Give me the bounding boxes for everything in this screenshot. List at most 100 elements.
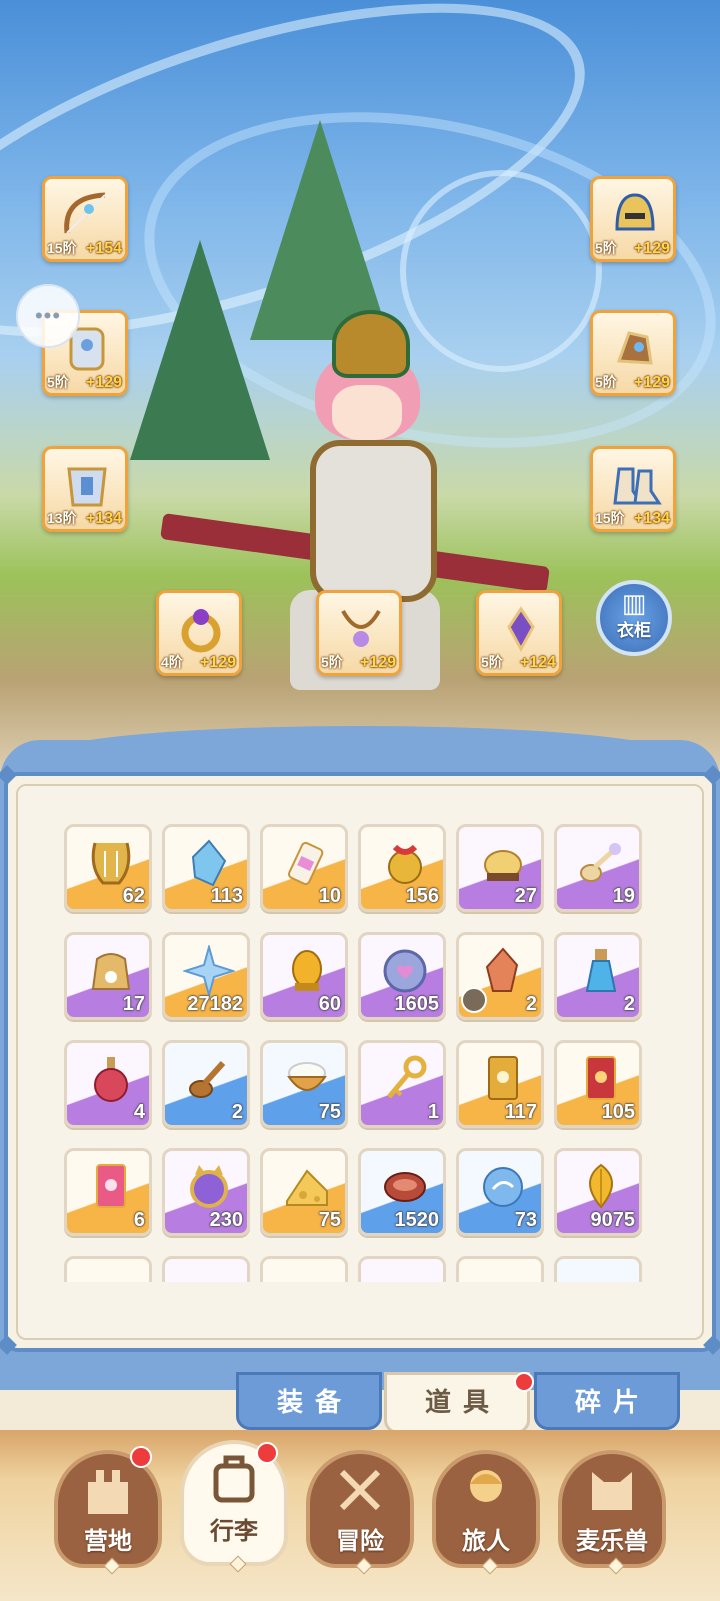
item-quantity: 4 bbox=[133, 1101, 145, 1123]
item-cell[interactable] bbox=[358, 1256, 446, 1282]
item-cell[interactable]: 156 bbox=[358, 824, 446, 912]
equip-stage: 5阶 bbox=[47, 374, 69, 390]
nav-notification-dot bbox=[256, 1442, 278, 1464]
item-cell[interactable]: 113 bbox=[162, 824, 250, 912]
item-cell[interactable]: 60 bbox=[260, 932, 348, 1020]
item-cell[interactable] bbox=[64, 1256, 152, 1282]
item-cell[interactable]: 1605 bbox=[358, 932, 446, 1020]
nav-notification-dot bbox=[130, 1446, 152, 1468]
nav-mellow-beast[interactable]: 麦乐兽 bbox=[558, 1450, 666, 1575]
item-quantity: 62 bbox=[122, 885, 145, 907]
item-quantity: 73 bbox=[514, 1209, 537, 1231]
crossed-swords-icon bbox=[339, 1469, 381, 1511]
item-cell[interactable] bbox=[260, 1256, 348, 1282]
water-orb-icon bbox=[483, 1167, 523, 1207]
item-cell[interactable]: 75 bbox=[260, 1148, 348, 1236]
cookie-icon bbox=[484, 850, 522, 881]
card-pink-icon bbox=[96, 1164, 126, 1208]
item-quantity: 105 bbox=[601, 1101, 635, 1123]
item-cell[interactable]: 27182 bbox=[162, 932, 250, 1020]
equip-slot-gloves[interactable]: 5阶 +129 bbox=[590, 310, 676, 396]
item-quantity: 1520 bbox=[394, 1209, 440, 1231]
character-face bbox=[332, 385, 402, 440]
backpack-icon bbox=[213, 1455, 255, 1503]
equip-slot-chest[interactable]: 13阶 +134 bbox=[42, 446, 128, 532]
chest-armor-icon bbox=[67, 467, 107, 507]
item-cell[interactable]: 2 bbox=[554, 932, 642, 1020]
cat-spoon-icon bbox=[580, 843, 621, 882]
potion-red-icon bbox=[94, 1057, 128, 1102]
equip-bonus: +129 bbox=[359, 654, 396, 671]
item-cell[interactable]: 2 bbox=[162, 1040, 250, 1128]
item-cell[interactable]: 17 bbox=[64, 932, 152, 1020]
bow-icon bbox=[64, 192, 106, 234]
item-quantity: 113 bbox=[210, 885, 243, 907]
castle-icon bbox=[88, 1470, 128, 1514]
item-cell[interactable]: 10 bbox=[260, 824, 348, 912]
item-quantity: 17 bbox=[122, 993, 145, 1015]
ore-badge-icon bbox=[461, 987, 487, 1013]
item-quantity: 9075 bbox=[590, 1209, 636, 1231]
wardrobe-button[interactable]: ▥ 衣柜 bbox=[596, 580, 672, 656]
bell-icon bbox=[388, 844, 422, 884]
equip-bonus: +129 bbox=[633, 240, 670, 257]
equip-bonus: +154 bbox=[85, 240, 122, 257]
item-quantity: 27182 bbox=[187, 993, 243, 1015]
equip-stage: 15阶 bbox=[595, 510, 625, 526]
item-cell[interactable]: 117 bbox=[456, 1040, 544, 1128]
item-cell[interactable]: 105 bbox=[554, 1040, 642, 1128]
golden-leaf-icon bbox=[589, 1163, 613, 1209]
item-quantity: 60 bbox=[318, 993, 341, 1015]
charm-icon bbox=[507, 606, 535, 653]
item-cell[interactable]: 9075 bbox=[554, 1148, 642, 1236]
item-quantity: 75 bbox=[318, 1101, 341, 1123]
equip-bonus: +129 bbox=[633, 374, 670, 391]
necklace-icon bbox=[341, 609, 381, 647]
item-cell[interactable]: 230 bbox=[162, 1148, 250, 1236]
cheese-icon bbox=[286, 1169, 328, 1206]
equip-slot-charm[interactable]: 5阶 +124 bbox=[476, 590, 562, 676]
nav-camp[interactable]: 营地 bbox=[54, 1450, 162, 1575]
traveler-icon bbox=[470, 1470, 502, 1502]
item-cell[interactable]: 1520 bbox=[358, 1148, 446, 1236]
item-cell[interactable]: 19 bbox=[554, 824, 642, 912]
tab-items[interactable]: 道具 bbox=[384, 1372, 530, 1434]
item-cell[interactable]: 1 bbox=[358, 1040, 446, 1128]
potion-blue-icon bbox=[585, 949, 617, 992]
item-cell[interactable] bbox=[456, 1256, 544, 1282]
item-cell[interactable]: 73 bbox=[456, 1148, 544, 1236]
equip-stage: 5阶 bbox=[321, 654, 343, 670]
equip-bonus: +129 bbox=[85, 374, 122, 391]
nav-label: 冒险 bbox=[336, 1528, 384, 1555]
tab-fragments[interactable]: 碎片 bbox=[534, 1372, 680, 1430]
equip-slot-bow[interactable]: 15阶 +154 bbox=[42, 176, 128, 262]
tree bbox=[130, 240, 270, 460]
item-quantity: 1 bbox=[427, 1101, 439, 1123]
item-cell[interactable]: 2 bbox=[456, 932, 544, 1020]
nav-traveler[interactable]: 旅人 bbox=[432, 1450, 540, 1575]
item-grid[interactable]: 62 113 10 156 27 19 17 27182 60 1605 2 2… bbox=[56, 808, 666, 1282]
equip-slot-ring[interactable]: 4阶 +129 bbox=[156, 590, 242, 676]
equip-stage: 5阶 bbox=[481, 654, 503, 670]
card-gold-icon bbox=[488, 1056, 518, 1100]
item-cell[interactable]: 27 bbox=[456, 824, 544, 912]
chat-button[interactable]: ••• bbox=[16, 284, 80, 348]
game-scene bbox=[0, 0, 720, 800]
equip-slot-helmet[interactable]: 5阶 +129 bbox=[590, 176, 676, 262]
flour-sack-icon bbox=[91, 953, 131, 990]
equip-slot-necklace[interactable]: 5阶 +129 bbox=[316, 590, 402, 676]
item-cell[interactable]: 75 bbox=[260, 1040, 348, 1128]
item-quantity: 6 bbox=[133, 1209, 145, 1231]
wardrobe-label: 衣柜 bbox=[617, 621, 651, 640]
item-cell[interactable] bbox=[554, 1256, 642, 1282]
equip-slot-boots[interactable]: 15阶 +134 bbox=[590, 446, 676, 532]
cat-head-icon bbox=[592, 1472, 632, 1510]
item-cell[interactable] bbox=[162, 1256, 250, 1282]
helmet-icon bbox=[615, 193, 655, 231]
item-cell[interactable]: 6 bbox=[64, 1148, 152, 1236]
item-quantity: 75 bbox=[318, 1209, 341, 1231]
item-cell[interactable]: 62 bbox=[64, 824, 152, 912]
item-cell[interactable]: 4 bbox=[64, 1040, 152, 1128]
tab-equipment[interactable]: 装备 bbox=[236, 1372, 382, 1430]
nav-adventure[interactable]: 冒险 bbox=[306, 1450, 414, 1575]
